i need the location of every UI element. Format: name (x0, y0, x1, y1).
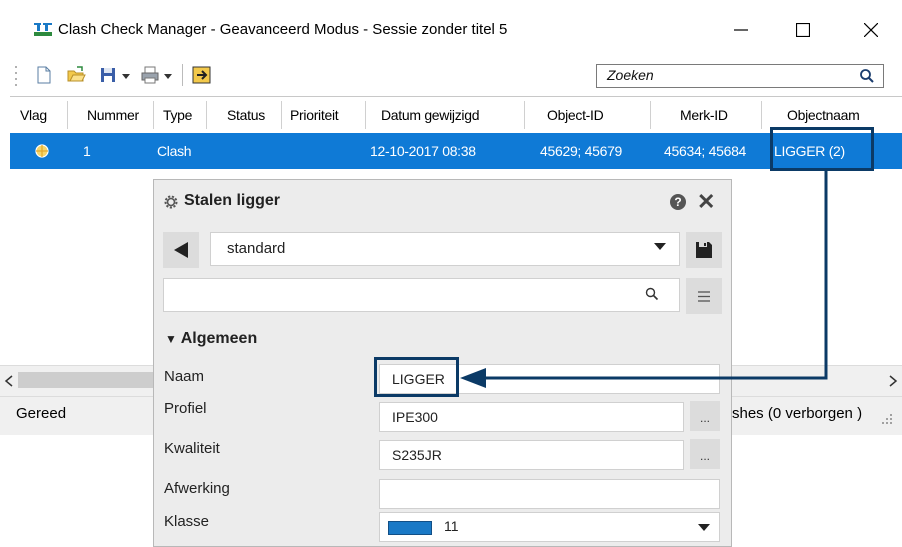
preset-dropdown[interactable]: standard (210, 232, 680, 266)
panel-title: Stalen ligger (184, 192, 281, 209)
open-folder-icon[interactable] (66, 65, 86, 85)
section-title: Algemeen (180, 330, 258, 347)
minimize-button[interactable] (718, 10, 764, 50)
title-bar[interactable]: Clash Check Manager - Geavanceerd Modus … (0, 0, 902, 58)
chevron-down-icon (698, 524, 710, 531)
profiel-browse-button[interactable]: ... (690, 401, 720, 431)
preset-save-button[interactable] (686, 232, 722, 268)
klasse-value: 11 (444, 518, 459, 534)
chevron-down-icon (654, 243, 666, 250)
close-icon (864, 23, 878, 37)
window-title: Clash Check Manager - Geavanceerd Modus … (58, 21, 508, 38)
panel-close-icon[interactable]: ✕ (697, 189, 715, 215)
gear-icon (164, 195, 178, 209)
export-icon[interactable] (192, 65, 212, 85)
scrollbar-thumb[interactable] (18, 372, 158, 388)
app-icon (34, 23, 52, 36)
help-icon[interactable]: ? (670, 194, 686, 210)
column-separator[interactable] (67, 101, 68, 129)
section-header-algemeen[interactable]: ▼ Algemeen (165, 330, 257, 348)
column-separator[interactable] (650, 101, 651, 129)
save-dropdown-icon[interactable] (122, 74, 130, 80)
flag-icon (35, 144, 49, 158)
cell-datum-gewijzigd: 12-10-2017 08:38 (370, 143, 476, 159)
column-separator[interactable] (206, 101, 207, 129)
column-separator[interactable] (761, 101, 762, 129)
toolbar-grip (15, 66, 17, 86)
column-header-type[interactable]: Type (163, 97, 192, 133)
column-separator[interactable] (365, 101, 366, 129)
property-filter-input[interactable] (163, 278, 680, 312)
field-label-naam: Naam (164, 368, 205, 385)
cell-merk-id: 45634; 45684 (664, 143, 747, 159)
field-label-klasse: Klasse (164, 513, 210, 530)
field-label-afwerking: Afwerking (164, 480, 230, 497)
scroll-left-icon[interactable] (4, 375, 14, 387)
hamburger-icon (698, 290, 710, 302)
profiel-field[interactable]: IPE300 (379, 402, 684, 432)
search-icon (645, 287, 659, 301)
print-dropdown-icon[interactable] (164, 74, 172, 80)
column-header-merk-id[interactable]: Merk-ID (680, 97, 728, 133)
status-text: Gereed (16, 405, 67, 422)
column-header-nummer[interactable]: Nummer (87, 97, 139, 133)
column-header-object-id[interactable]: Object-ID (547, 97, 604, 133)
kwaliteit-field[interactable]: S235JR (379, 440, 684, 470)
clash-count-text: shes (0 verborgen ) (732, 405, 863, 422)
afwerking-field[interactable] (379, 479, 720, 509)
search-input[interactable]: Zoeken (596, 64, 884, 88)
objectnaam-highlight-box (770, 127, 874, 171)
close-button[interactable] (848, 10, 894, 50)
table-row[interactable]: 1 Clash 12-10-2017 08:38 45629; 45679 45… (10, 133, 902, 169)
resize-grip-icon[interactable] (878, 410, 894, 426)
new-document-icon[interactable] (34, 65, 54, 85)
column-header-datum-gewijzigd[interactable]: Datum gewijzigd (381, 97, 480, 133)
column-separator[interactable] (153, 101, 154, 129)
cell-nummer: 1 (83, 143, 91, 159)
column-separator[interactable] (524, 101, 525, 129)
maximize-icon (796, 23, 810, 37)
minimize-icon (734, 29, 748, 31)
scroll-right-icon[interactable] (888, 375, 898, 387)
field-label-profiel: Profiel (164, 400, 207, 417)
cell-type: Clash (157, 143, 192, 159)
save-icon (696, 242, 712, 258)
column-header-vlag[interactable]: Vlag (20, 97, 47, 133)
menu-button[interactable] (686, 278, 722, 314)
kwaliteit-browse-button[interactable]: ... (690, 439, 720, 469)
naam-highlight-box (374, 357, 459, 397)
kwaliteit-value: S235JR (392, 447, 442, 463)
column-header-prioriteit[interactable]: Prioriteit (290, 97, 339, 133)
search-placeholder: Zoeken (607, 67, 654, 83)
save-icon[interactable] (98, 65, 118, 85)
preset-value: standard (227, 240, 286, 257)
arrow-left-icon (174, 242, 188, 258)
toolbar-separator (182, 64, 183, 86)
preset-back-button[interactable] (163, 232, 199, 268)
print-icon[interactable] (140, 65, 160, 85)
column-separator[interactable] (281, 101, 282, 129)
maximize-button[interactable] (780, 10, 826, 50)
cell-object-id: 45629; 45679 (540, 143, 623, 159)
column-header-status[interactable]: Status (227, 97, 265, 133)
caret-down-icon: ▼ (165, 332, 177, 346)
field-label-kwaliteit: Kwaliteit (164, 440, 220, 457)
klasse-color-swatch (388, 521, 432, 535)
profiel-value: IPE300 (392, 409, 438, 425)
klasse-dropdown[interactable]: 11 (379, 512, 720, 542)
table-header: Vlag Nummer Type Status Prioriteit Datum… (10, 96, 902, 134)
search-icon[interactable] (859, 68, 875, 84)
